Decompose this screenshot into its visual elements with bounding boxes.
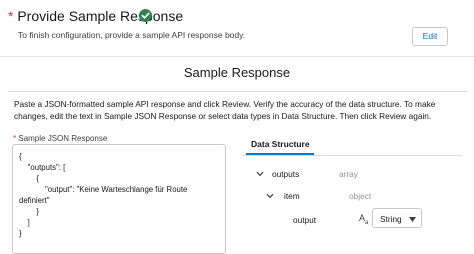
instructions-text: Paste a JSON-formatted sample API respon… bbox=[14, 99, 436, 121]
data-type-select-value: String bbox=[380, 214, 402, 224]
page-title-text: Provide Sample Response bbox=[17, 8, 184, 24]
sample-json-textarea[interactable]: { "outputs": [ { "output": "Keine Wartes… bbox=[12, 144, 226, 254]
tree-node-type: object bbox=[349, 191, 372, 201]
page-title: * Provide Sample Response bbox=[8, 8, 183, 24]
tab-bar-divider bbox=[242, 155, 462, 156]
tree-node-name: item bbox=[284, 191, 300, 201]
json-field-label: * Sample JSON Response bbox=[13, 134, 107, 143]
header-divider bbox=[0, 56, 474, 57]
required-marker: * bbox=[8, 8, 14, 24]
success-check-icon bbox=[139, 9, 152, 22]
caret-down-icon bbox=[409, 217, 416, 222]
tree-node-name: outputs bbox=[272, 169, 300, 179]
section-heading: Sample Response bbox=[183, 65, 291, 80]
data-type-select[interactable]: String bbox=[372, 208, 422, 228]
tree-node-type: array bbox=[339, 169, 358, 179]
chevron-down-icon[interactable] bbox=[256, 171, 264, 177]
tree-node-name: output bbox=[293, 215, 317, 225]
json-required-marker: * bbox=[13, 134, 17, 143]
tab-data-structure[interactable]: Data Structure bbox=[251, 139, 310, 149]
edit-button[interactable]: Edit bbox=[412, 27, 448, 46]
section-divider bbox=[8, 91, 467, 92]
text-type-icon: Aa bbox=[359, 213, 369, 226]
header-description: To finish configuration, provide a sampl… bbox=[18, 30, 246, 40]
json-label-text: Sample JSON Response bbox=[18, 134, 108, 143]
sample-json-value: { "outputs": [ { "output": "Keine Wartes… bbox=[19, 152, 188, 238]
chevron-down-icon[interactable] bbox=[266, 193, 274, 199]
